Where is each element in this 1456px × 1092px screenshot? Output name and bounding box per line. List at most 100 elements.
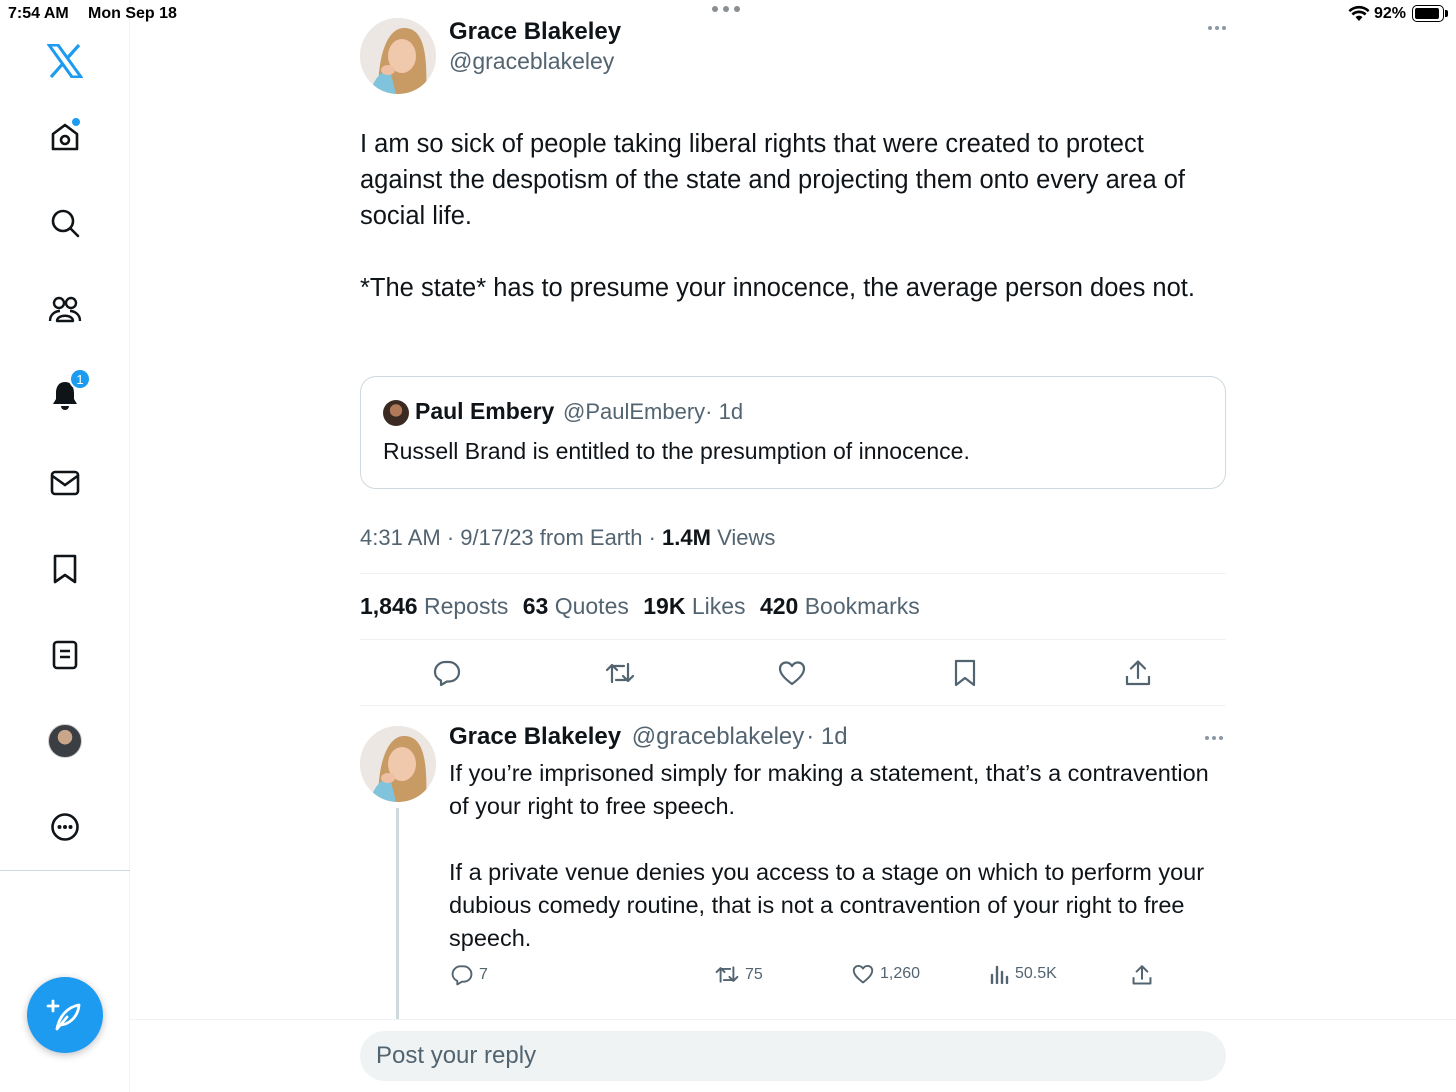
heart-icon <box>852 965 874 984</box>
divider <box>360 639 1226 640</box>
sidebar-item-lists[interactable] <box>40 630 90 680</box>
quote-avatar <box>383 400 409 426</box>
battery-percent: 92% <box>1374 5 1407 22</box>
repost-button[interactable] <box>602 655 638 691</box>
status-time: 7:54 AM <box>8 5 69 22</box>
share-button[interactable] <box>1120 655 1156 691</box>
views-chart-icon <box>990 965 1009 984</box>
repost-icon <box>715 966 739 983</box>
quote-handle-text: @PaulEmbery <box>563 399 706 424</box>
reply-share-button[interactable] <box>1132 964 1152 986</box>
reply-author-name[interactable]: Grace Blakeley <box>449 723 621 750</box>
reply-like-button[interactable]: 1,260 <box>852 964 920 984</box>
reposts-label: Reposts <box>423 593 509 619</box>
tweet-paragraph: I am so sick of people taking liberal ri… <box>360 130 1186 230</box>
divider <box>360 705 1226 706</box>
reply-time[interactable]: · 1d <box>806 723 847 750</box>
reply-paragraph: If you’re imprisoned simply for making a… <box>449 760 1209 819</box>
multitasking-dots-icon[interactable] <box>712 6 740 12</box>
reply-more-icon[interactable] <box>1205 736 1223 740</box>
tweet-text: I am so sick of people taking liberal ri… <box>360 126 1226 342</box>
quote-author-handle: @PaulEmbery· 1d <box>563 399 743 425</box>
divider <box>360 573 1226 574</box>
bookmarks-stat[interactable]: 420 Bookmarks <box>760 593 920 619</box>
reply-button[interactable] <box>429 655 465 691</box>
communities-icon <box>48 296 82 323</box>
likes-label: Likes <box>691 593 746 619</box>
status-date: Mon Sep 18 <box>88 5 177 22</box>
quotes-label: Quotes <box>554 593 629 619</box>
quotes-stat[interactable]: 63 Quotes <box>523 593 629 619</box>
sidebar-item-messages[interactable] <box>40 458 90 508</box>
search-icon <box>51 209 80 238</box>
sidebar-item-communities[interactable] <box>40 285 90 335</box>
repost-count: 75 <box>745 965 763 983</box>
reply-placeholder: Post your reply <box>376 1042 537 1069</box>
thread-line <box>396 808 399 1020</box>
wifi-icon <box>1348 5 1370 21</box>
quoted-tweet[interactable]: Paul Embery @PaulEmbery· 1d Russell Bran… <box>360 376 1226 489</box>
battery-icon <box>1412 5 1448 22</box>
more-circle-icon <box>51 813 79 841</box>
reply-paragraph: If a private venue denies you access to … <box>449 859 1205 951</box>
bookmarks-count: 420 <box>759 593 799 619</box>
quote-time: · 1d <box>705 399 744 424</box>
sidebar-item-profile[interactable] <box>40 716 90 766</box>
views-count: 50.5K <box>1015 965 1057 982</box>
quote-text: Russell Brand is entitled to the presump… <box>383 438 970 464</box>
sidebar-item-explore[interactable] <box>40 198 90 248</box>
tweet-paragraph: *The state* has to presume your innocenc… <box>360 274 1195 302</box>
compose-feather-icon <box>46 999 81 1031</box>
author-handle[interactable]: @graceblakeley <box>449 48 614 75</box>
reply-header: Grace Blakeley @graceblakeley· 1d <box>449 723 848 751</box>
reply-input[interactable]: Post your reply <box>360 1031 1226 1081</box>
bookmark-button[interactable] <box>947 655 983 691</box>
reply-actions: 7 75 1,260 50.5K <box>449 964 1229 992</box>
likes-count: 19K <box>643 593 686 619</box>
reposts-count: 1,846 <box>360 593 418 619</box>
main-column: Grace Blakeley @graceblakeley I am so si… <box>130 0 1456 1092</box>
avatar <box>48 724 82 758</box>
sidebar-item-bookmarks[interactable] <box>40 544 90 594</box>
tweet-author: Grace Blakeley @graceblakeley <box>360 18 1226 94</box>
x-logo[interactable] <box>40 36 90 86</box>
reposts-stat[interactable]: 1,846 Reposts <box>360 593 508 619</box>
mail-icon <box>50 470 80 496</box>
reply-icon <box>451 965 473 986</box>
home-new-dot <box>72 118 80 126</box>
compose-button[interactable] <box>27 977 103 1053</box>
bookmark-icon <box>53 554 77 584</box>
author-avatar[interactable] <box>360 18 436 94</box>
bookmarks-label: Bookmarks <box>804 593 920 619</box>
tweet-actions <box>360 655 1226 691</box>
tweet-stats: 1,846 Reposts 63 Quotes 19K Likes 420 Bo… <box>360 593 928 620</box>
reply-author-avatar[interactable] <box>360 726 436 802</box>
tweet-meta: 4:31 AM · 9/17/23 from Earth · 1.4M View… <box>360 525 775 551</box>
sidebar-nav: 1 <box>0 0 130 1092</box>
likes-stat[interactable]: 19K Likes <box>643 593 745 619</box>
reply-text: If you’re imprisoned simply for making a… <box>449 757 1229 988</box>
views-count: 1.4M <box>662 525 711 550</box>
reply-views-button[interactable]: 50.5K <box>989 964 1057 984</box>
share-icon <box>1132 965 1152 985</box>
tweet-timestamp[interactable]: 4:31 AM · 9/17/23 from Earth · <box>360 525 656 550</box>
like-button[interactable] <box>774 655 810 691</box>
bookmark-icon <box>954 659 976 687</box>
like-count: 1,260 <box>880 965 921 982</box>
reply-reply-button[interactable]: 7 <box>451 964 488 986</box>
repost-icon <box>605 662 635 684</box>
quote-author-name: Paul Embery <box>415 398 555 424</box>
reply-icon <box>433 660 461 687</box>
sidebar-item-notifications[interactable]: 1 <box>40 368 91 420</box>
sidebar-divider <box>0 870 130 871</box>
reply-bar-divider <box>130 1019 1456 1020</box>
sidebar-item-more[interactable] <box>40 802 90 852</box>
reply-repost-button[interactable]: 75 <box>715 964 763 985</box>
views-label: Views <box>717 525 776 550</box>
status-bar: 7:54 AM Mon Sep 18 92% <box>0 0 1456 28</box>
sidebar-item-home[interactable] <box>40 112 90 162</box>
list-icon <box>52 640 78 670</box>
notifications-badge: 1 <box>69 368 91 390</box>
reply-count: 7 <box>479 966 488 983</box>
reply-author-handle[interactable]: @graceblakeley <box>632 723 804 750</box>
